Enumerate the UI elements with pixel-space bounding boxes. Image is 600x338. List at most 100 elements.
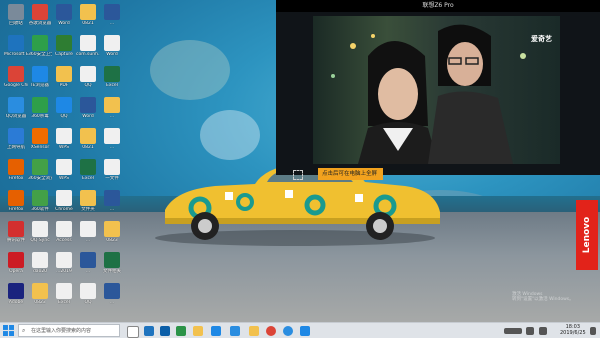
clock[interactable]: 18:03 2019/6/25: [560, 324, 586, 336]
desktop-icon[interactable]: Capture: [52, 35, 76, 57]
desktop-icon[interactable]: PDF: [52, 66, 76, 88]
volume-icon[interactable]: [539, 327, 547, 335]
desktop-icon[interactable]: Excel: [76, 159, 100, 181]
desktop-icon[interactable]: ...: [100, 128, 124, 150]
desktop-icon[interactable]: 文件相关: [100, 252, 124, 274]
desktop-icon-label: com.sunh...: [76, 52, 100, 57]
notification-icon[interactable]: [590, 327, 596, 335]
desktop-icon[interactable]: Google Chrome: [4, 66, 28, 88]
folder-taskbar-icon[interactable]: [249, 326, 259, 336]
app-taskbar-icon[interactable]: [176, 326, 186, 336]
excel-icon: [80, 159, 96, 175]
desktop-icon-label: ...2019: [56, 269, 72, 274]
desktop-icon[interactable]: Word: [52, 4, 76, 26]
desktop-icon[interactable]: 回收站: [4, 4, 28, 26]
taskbar: ⌕ 在这里输入你要搜索的内容 18:03 2019/6/25: [0, 322, 600, 338]
desktop-icon[interactable]: 0823: [100, 221, 124, 243]
explorer-taskbar-icon[interactable]: [193, 326, 203, 336]
desktop-icon[interactable]: ...: [100, 190, 124, 212]
desktop-icon[interactable]: WPS: [52, 159, 76, 181]
windows-activation-watermark: 激活 Windows 转到"设置"以激活 Windows。: [512, 292, 574, 302]
app-taskbar-icon[interactable]: [211, 326, 221, 336]
desktop-icon[interactable]: Word: [100, 35, 124, 57]
desktop-icon-label: 腾讯软件: [7, 238, 25, 243]
desktop-icon[interactable]: ...: [76, 252, 100, 274]
desktop-icon[interactable]: Microsoft Edge: [4, 35, 28, 57]
desktop-icon-label: Excel: [106, 83, 118, 88]
edge-icon: [8, 35, 24, 51]
desktop-icon[interactable]: Chrome: [52, 190, 76, 212]
desktop-icon[interactable]: IE浏览器: [28, 66, 52, 88]
desktop-icon-label: Firefox: [8, 176, 24, 181]
fullscreen-hint: 点击后可在电脑上全屏: [318, 168, 384, 180]
battery-icon[interactable]: [504, 328, 522, 334]
desktop-icon[interactable]: 一文件: [100, 159, 124, 181]
fullscreen-icon[interactable]: [293, 170, 303, 180]
edge-taskbar-icon[interactable]: [144, 326, 154, 336]
desktop-icon[interactable]: 360安全卫士: [28, 35, 52, 57]
desktop-icon-label: 360安全浏览器: [28, 176, 52, 181]
video-player[interactable]: 爱奇艺: [313, 16, 560, 164]
desktop-icon[interactable]: 腾讯软件: [4, 221, 28, 243]
desktop-icon[interactable]: dao20: [28, 252, 52, 274]
desktop-icon[interactable]: Excel: [52, 283, 76, 305]
desktop-icon[interactable]: Firefox: [4, 190, 28, 212]
search-icon: ⌕: [22, 327, 26, 334]
video-window[interactable]: 联想Z6 Pro 爱奇艺: [276, 0, 600, 175]
desktop-icon-label: Word: [58, 21, 70, 26]
clock-date: 2019/6/25: [560, 330, 586, 336]
desktop-icon-label: PDF: [59, 83, 69, 88]
desktop-icon[interactable]: com.sunh...: [76, 35, 100, 57]
desktop-icon[interactable]: 0823: [28, 283, 52, 305]
browser-taskbar-icon[interactable]: [283, 326, 293, 336]
desktop-icon[interactable]: 0821: [76, 128, 100, 150]
desktop-icon-label: 一文件: [105, 176, 119, 181]
desktop-icon-label: Word: [106, 52, 118, 57]
document-icon: [32, 252, 48, 268]
desktop-icon[interactable]: Access: [52, 221, 76, 243]
desktop-icon-label: QQ: [84, 300, 92, 305]
taskbar-search-input[interactable]: ⌕ 在这里输入你要搜索的内容: [18, 324, 120, 337]
desktop-icon[interactable]: Adobe: [4, 283, 28, 305]
desktop-icon[interactable]: ...: [100, 97, 124, 119]
firefox-icon: [8, 190, 24, 206]
desktop-icon[interactable]: QQ Sync: [28, 221, 52, 243]
desktop-icon[interactable]: 360安全浏览器: [28, 159, 52, 181]
store-taskbar-icon[interactable]: [160, 326, 170, 336]
desktop-icon[interactable]: ...: [100, 283, 124, 305]
tencent-icon: [8, 221, 24, 237]
desktop-icon[interactable]: QQ: [76, 66, 100, 88]
desktop-icon[interactable]: Opera: [4, 252, 28, 274]
desktop-icon-label: QQ浏览器: [5, 114, 27, 119]
desktop-icon[interactable]: 0821: [76, 4, 100, 26]
desktop-icon[interactable]: 上网导航: [4, 128, 28, 150]
desktop-icon[interactable]: Word: [76, 97, 100, 119]
desktop-icon[interactable]: QQ浏览器: [4, 97, 28, 119]
word-icon: [104, 35, 120, 51]
desktop-icon-label: WPS: [58, 145, 70, 150]
desktop-icon[interactable]: QQ: [52, 97, 76, 119]
desktop-icon[interactable]: 文件夹: [76, 190, 100, 212]
desktop-icon[interactable]: XSensor: [28, 128, 52, 150]
desktop-icon[interactable]: ...: [100, 4, 124, 26]
chrome-icon: [32, 4, 48, 20]
folder-icon: [32, 283, 48, 299]
desktop-icon-label: 0823: [106, 238, 118, 243]
desktop-icon[interactable]: 360杀毒: [28, 97, 52, 119]
folder-icon: [104, 97, 120, 113]
app-taskbar-icon[interactable]: [230, 326, 240, 336]
task-view-icon[interactable]: [127, 326, 139, 338]
desktop-icon[interactable]: Firefox: [4, 159, 28, 181]
desktop-icon[interactable]: ...: [76, 221, 100, 243]
chrome-taskbar-icon[interactable]: [266, 326, 276, 336]
desktop-icon[interactable]: 谷歌浏览器: [28, 4, 52, 26]
desktop-icon[interactable]: WPS: [52, 128, 76, 150]
network-icon[interactable]: [526, 327, 534, 335]
document-icon: [104, 128, 120, 144]
desktop-icon[interactable]: ...2019: [52, 252, 76, 274]
app-taskbar-icon[interactable]: [300, 326, 310, 336]
desktop-icon[interactable]: 360软件: [28, 190, 52, 212]
desktop-icon[interactable]: QQ: [76, 283, 100, 305]
desktop-icon[interactable]: Excel: [100, 66, 124, 88]
windows-start-icon[interactable]: [3, 325, 14, 336]
